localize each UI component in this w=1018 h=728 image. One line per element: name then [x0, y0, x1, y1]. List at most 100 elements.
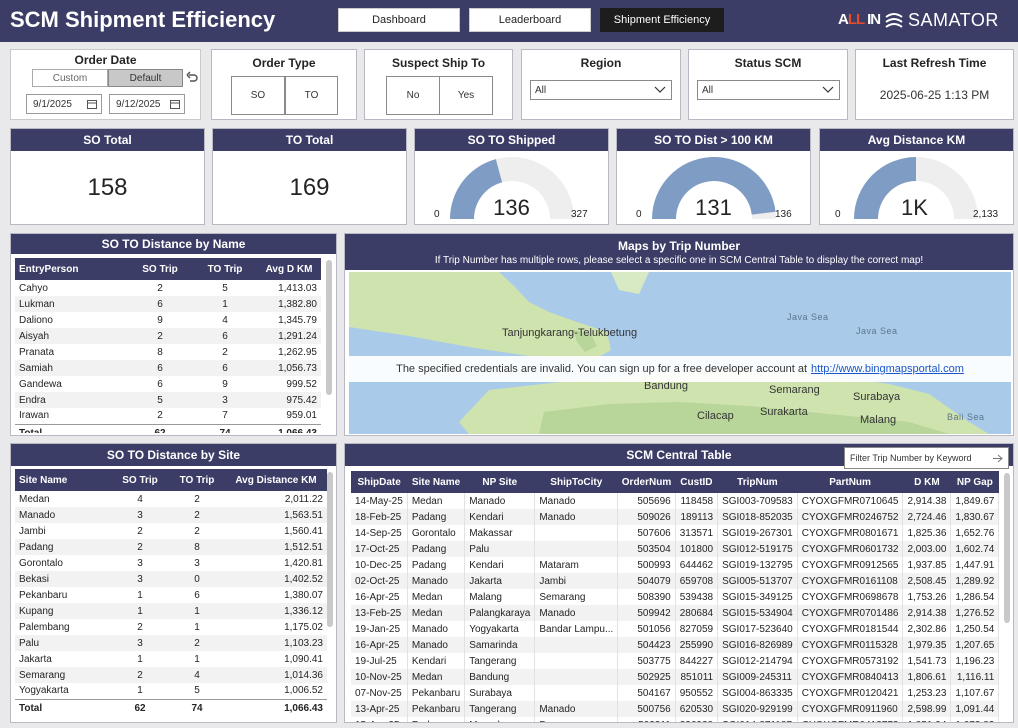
- undo-icon[interactable]: [186, 71, 198, 85]
- trip-filter-input[interactable]: Filter Trip Number by Keyword: [844, 447, 1009, 469]
- col-np-site[interactable]: NP Site: [464, 471, 535, 493]
- col-so-trip[interactable]: SO Trip: [127, 258, 193, 280]
- table-cell: 1,291.24: [257, 328, 321, 344]
- table-cell: Makassar: [464, 525, 536, 541]
- col-partnum[interactable]: PartNum: [797, 471, 903, 493]
- start-date-input[interactable]: 9/1/2025: [26, 94, 102, 114]
- table-row[interactable]: Pranata 8 2 1,262.95: [15, 344, 321, 360]
- scrollbar[interactable]: [326, 260, 332, 395]
- order-type-so-button[interactable]: SO: [231, 76, 285, 115]
- table-cell: Gorontalo: [407, 525, 466, 541]
- table-row[interactable]: 13-Apr-25 Pekanbaru Tangerang Manado 500756 6…: [351, 701, 999, 717]
- table-row[interactable]: Cahyo 2 5 1,413.03: [15, 280, 321, 296]
- col-avg-d-km[interactable]: Avg D KM: [257, 258, 321, 280]
- table-cell: 1,207.65: [950, 637, 999, 653]
- table-row[interactable]: Kupang 1 1 1,336.12: [15, 603, 327, 619]
- suspect-no-button[interactable]: No: [386, 76, 440, 115]
- table-cell: 3: [111, 635, 169, 651]
- col-shiptocity[interactable]: ShipToCity: [534, 471, 618, 493]
- status-scm-dropdown[interactable]: All: [697, 80, 840, 100]
- col-to-trip[interactable]: TO Trip: [193, 258, 257, 280]
- order-type-to-button[interactable]: TO: [285, 76, 338, 115]
- scrollbar[interactable]: [1004, 473, 1010, 623]
- table-cell: 1,116.11: [950, 669, 999, 685]
- table-row[interactable]: Aisyah 2 6 1,291.24: [15, 328, 321, 344]
- scrollbar[interactable]: [327, 472, 333, 627]
- table-row[interactable]: Palu 3 2 1,103.23: [15, 635, 327, 651]
- table-cell: 13-Feb-25: [351, 605, 408, 621]
- table-row[interactable]: 16-Apr-25 Manado Samarinda 504423 255990 SGI0…: [351, 637, 999, 653]
- table-row[interactable]: Semarang 2 4 1,014.36: [15, 667, 327, 683]
- col-avg-distance-km[interactable]: Avg Distance KM: [225, 469, 327, 491]
- table-cell: Irawan: [19, 410, 50, 422]
- col-shipdate[interactable]: ShipDate: [351, 471, 408, 493]
- table-row[interactable]: 07-Nov-25 Pekanbaru Surabaya 504167 950552 SG…: [351, 685, 999, 701]
- table-cell: 3: [111, 571, 169, 587]
- col-so-trip[interactable]: SO Trip: [111, 469, 169, 491]
- table-cell: 1,382.80: [257, 296, 321, 312]
- region-dropdown[interactable]: All: [530, 80, 672, 100]
- col-d-km[interactable]: D KM: [902, 471, 951, 493]
- table-row[interactable]: 10-Dec-25 Padang Kendari Mataram 500993 64446…: [351, 557, 999, 573]
- table-row[interactable]: Yogyakarta 1 5 1,006.52: [15, 683, 327, 699]
- col-to-trip[interactable]: TO Trip: [169, 469, 225, 491]
- col-custid[interactable]: CustID: [675, 471, 718, 493]
- table-row[interactable]: Endra 5 3 975.42: [15, 392, 321, 408]
- table-row[interactable]: Lukman 6 1 1,382.80: [15, 296, 321, 312]
- bing-maps-link[interactable]: http://www.bingmapsportal.com: [811, 363, 964, 375]
- table-row[interactable]: 15-Apr-25PadangManadoDenpasar50231133692…: [351, 717, 999, 722]
- col-site-name[interactable]: Site Name: [15, 469, 111, 491]
- total-row: Total62741,066.43: [15, 698, 327, 718]
- nav-shipment-efficiency-button[interactable]: Shipment Efficiency: [600, 8, 724, 32]
- table-row[interactable]: Gorontalo 3 3 1,420.81: [15, 555, 327, 571]
- custom-button[interactable]: Custom: [32, 69, 108, 87]
- table-cell: 2: [137, 525, 143, 537]
- table-row[interactable]: Palembang 2 1 1,175.02: [15, 619, 327, 635]
- table-row[interactable]: 16-Apr-25 Medan Malang Semarang 508390 539438…: [351, 589, 999, 605]
- table-cell: Bandung: [464, 669, 536, 685]
- table-row[interactable]: Gandewa 6 9 999.52: [15, 376, 321, 392]
- default-button[interactable]: Default: [108, 69, 183, 87]
- table-cell: Padang: [407, 557, 466, 573]
- nav-dashboard-button[interactable]: Dashboard: [338, 8, 460, 32]
- table-row[interactable]: Bekasi 3 0 1,402.52: [15, 571, 327, 587]
- table-cell: 2: [194, 525, 200, 537]
- table-row[interactable]: 18-Feb-25 Padang Kendari Manado 509026 189113…: [351, 509, 999, 525]
- table-row[interactable]: Jakarta 1 1 1,090.41: [15, 651, 327, 667]
- end-date-input[interactable]: 9/12/2025: [109, 94, 185, 114]
- total-cell: 1,066.43: [225, 698, 327, 718]
- nav-leaderboard-button[interactable]: Leaderboard: [469, 8, 591, 32]
- col-entryperson[interactable]: EntryPerson: [15, 258, 127, 280]
- table-row[interactable]: Irawan 2 7 959.01: [15, 408, 321, 424]
- start-date-value: 9/1/2025: [33, 98, 72, 110]
- col-ordernum[interactable]: OrderNum: [617, 471, 676, 493]
- table-cell: SGI014-871187: [717, 717, 798, 722]
- table-row[interactable]: Jambi 2 2 1,560.41: [15, 523, 327, 539]
- suspect-yes-button[interactable]: Yes: [439, 76, 493, 115]
- table-row[interactable]: 13-Feb-25 Medan Palangkaraya Manado 509942 28…: [351, 605, 999, 621]
- map-canvas[interactable]: Tanjungkarang-Telukbetung Java Sea Java …: [349, 272, 1011, 434]
- table-row[interactable]: Medan 4 2 2,011.22: [15, 491, 327, 507]
- total-cell: 62: [127, 423, 193, 433]
- table-row[interactable]: 10-Nov-25 Medan Bandung 502925 851011 SGI009-…: [351, 669, 999, 685]
- table-row[interactable]: 19-Jan-25 Manado Yogyakarta Bandar Lampu...…: [351, 621, 999, 637]
- col-tripnum[interactable]: TripNum: [717, 471, 798, 493]
- table-row[interactable]: 14-May-25 Medan Manado Manado 505696 118458 SG…: [351, 493, 999, 509]
- dist-100-gauge-max: 136: [775, 209, 792, 220]
- distance-by-name-panel: SO TO Distance by Name EntryPerson SO Tr…: [10, 233, 337, 436]
- table-row[interactable]: 19-Jul-25 Kendari Tangerang 503775 844227 SGI…: [351, 653, 999, 669]
- order-date-title: Order Date: [74, 53, 137, 67]
- table-row[interactable]: Pekanbaru 1 6 1,380.07: [15, 587, 327, 603]
- table-row[interactable]: Daliono 9 4 1,345.79: [15, 312, 321, 328]
- col-np-gap[interactable]: NP Gap: [950, 471, 999, 493]
- table-row[interactable]: 02-Oct-25 Manado Jakarta Jambi 504079 659708 S…: [351, 573, 999, 589]
- table-row[interactable]: Samiah 6 6 1,056.73: [15, 360, 321, 376]
- table-row[interactable]: 14-Sep-25 Gorontalo Makassar 507606 313571 SG…: [351, 525, 999, 541]
- table-cell: SGI012-519175: [717, 541, 798, 557]
- table-row[interactable]: Manado 3 2 1,563.51: [15, 507, 327, 523]
- col-site-name[interactable]: Site Name: [407, 471, 465, 493]
- table-cell: 19-Jan-25: [351, 621, 408, 637]
- table-row[interactable]: Padang 2 8 1,512.51: [15, 539, 327, 555]
- table-cell: 1,090.41: [284, 653, 323, 665]
- table-row[interactable]: 17-Oct-25 Padang Palu 503504 101800 SGI012-51…: [351, 541, 999, 557]
